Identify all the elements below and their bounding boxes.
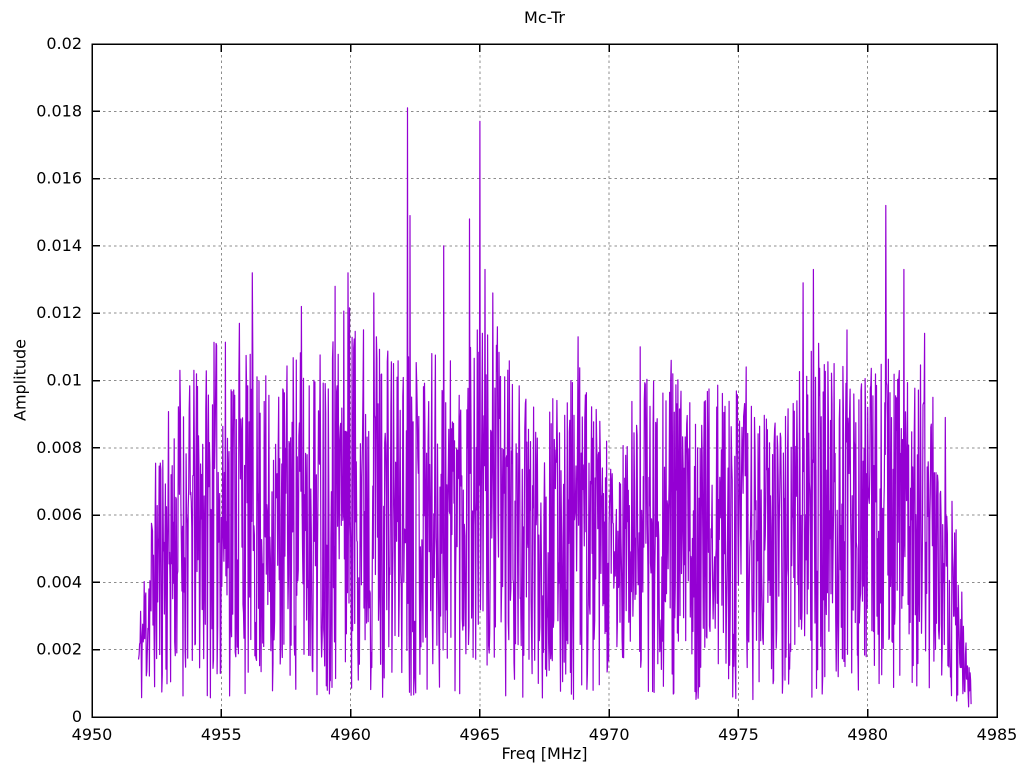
y-tick-label: 0 (72, 707, 82, 726)
y-tick-label: 0.002 (36, 640, 82, 659)
plot-area: 4950 4955 4960 4965 4970 4975 4980 4985 0 0.002 0.… (36, 34, 1018, 744)
x-tick-label: 4965 (459, 725, 500, 744)
y-tick-label: 0.012 (36, 303, 82, 322)
x-tick-label: 4975 (718, 725, 759, 744)
x-tick-label: 4985 (977, 725, 1018, 744)
y-tick-label: 0.01 (46, 371, 82, 390)
x-axis-title: Freq [MHz] (501, 744, 588, 763)
y-tick-label: 0.014 (36, 236, 82, 255)
x-tick-label: 4955 (201, 725, 242, 744)
x-tick-label: 4950 (72, 725, 113, 744)
series-line (137, 107, 972, 708)
x-tick-label: 4960 (330, 725, 371, 744)
gnuplot-figure: 4950 4955 4960 4965 4970 4975 4980 4985 0 0.002 0.… (0, 0, 1024, 768)
y-axis-title: Amplitude (10, 339, 30, 421)
x-tick-label: 4970 (589, 725, 630, 744)
y-tick-label: 0.016 (36, 169, 82, 188)
chart-title: Mc-Tr (524, 8, 565, 27)
y-tick-label: 0.008 (36, 438, 82, 457)
y-tick-label: 0.02 (46, 34, 82, 53)
x-tick-label: 4980 (847, 725, 888, 744)
y-tick-label: 0.018 (36, 101, 82, 120)
y-tick-label: 0.004 (36, 572, 82, 591)
y-tick-label: 0.006 (36, 505, 82, 524)
